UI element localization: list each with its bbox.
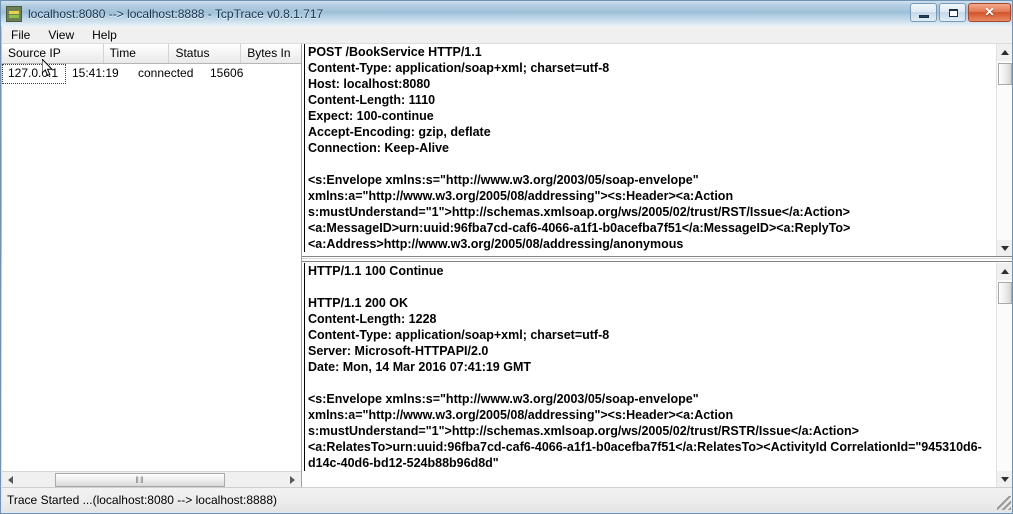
trace-panes: POST /BookService HTTP/1.1 Content-Type:… <box>302 44 1012 488</box>
column-header-status[interactable]: Status <box>169 44 242 63</box>
pane-splitter[interactable] <box>302 258 1012 262</box>
response-pane[interactable]: HTTP/1.1 100 Continue HTTP/1.1 200 OK Co… <box>302 263 1012 488</box>
maximize-icon <box>949 9 958 17</box>
minimize-button[interactable] <box>910 3 937 22</box>
column-header-bytes-in[interactable]: Bytes In <box>241 44 301 63</box>
response-scroll-thumb[interactable] <box>998 282 1012 304</box>
horizontal-scroll-thumb[interactable]: ‖‖ <box>55 473 225 487</box>
request-text[interactable]: POST /BookService HTTP/1.1 Content-Type:… <box>304 44 988 252</box>
cell-source-ip[interactable]: 127.0.0.1 <box>2 64 66 84</box>
request-scroll-thumb[interactable] <box>998 63 1012 85</box>
maximize-button[interactable] <box>939 3 966 22</box>
scroll-grip-icon: ‖‖ <box>135 474 145 485</box>
request-scroll-down-button[interactable] <box>997 240 1012 256</box>
client-area: Source IP Time Status Bytes In 127.0.0.1… <box>2 44 1012 488</box>
resize-grip-icon[interactable] <box>997 496 1011 510</box>
request-scroll-up-button[interactable] <box>997 44 1012 61</box>
menu-item-file[interactable]: File <box>2 27 39 43</box>
menu-item-view[interactable]: View <box>39 27 83 43</box>
table-row[interactable]: 127.0.0.1 15:41:19 connected 15606 <box>2 64 301 84</box>
status-bar: Trace Started ...(localhost:8080 --> loc… <box>2 487 1012 512</box>
list-horizontal-scrollbar[interactable]: ‖‖ <box>2 471 301 488</box>
request-vertical-scrollbar[interactable] <box>996 44 1012 256</box>
tcptrace-window: localhost:8080 --> localhost:8888 - TcpT… <box>0 0 1013 514</box>
column-header-time[interactable]: Time <box>104 44 170 63</box>
window-title: localhost:8080 --> localhost:8888 - TcpT… <box>28 6 324 21</box>
connection-list[interactable]: Source IP Time Status Bytes In 127.0.0.1… <box>2 44 302 488</box>
response-scroll-track[interactable] <box>997 280 1012 471</box>
column-header-source-ip[interactable]: Source IP <box>2 44 104 63</box>
response-scroll-up-button[interactable] <box>997 263 1012 280</box>
request-pane[interactable]: POST /BookService HTTP/1.1 Content-Type:… <box>302 44 1012 257</box>
title-bar[interactable]: localhost:8080 --> localhost:8888 - TcpT… <box>1 1 1012 26</box>
scroll-left-button[interactable] <box>2 472 19 488</box>
menu-item-help[interactable]: Help <box>83 27 126 43</box>
connection-list-header: Source IP Time Status Bytes In <box>2 44 301 64</box>
response-text[interactable]: HTTP/1.1 100 Continue HTTP/1.1 200 OK Co… <box>304 263 988 471</box>
tcptrace-app-icon <box>6 5 22 22</box>
cell-time: 15:41:19 <box>72 66 119 80</box>
cell-status: connected <box>138 66 194 80</box>
window-controls: ✕ <box>910 3 1011 22</box>
minimize-icon <box>919 15 929 18</box>
status-message: Trace Started ...(localhost:8080 --> loc… <box>7 493 278 507</box>
request-scroll-track[interactable] <box>997 61 1012 240</box>
response-vertical-scrollbar[interactable] <box>996 263 1012 488</box>
horizontal-scroll-track[interactable]: ‖‖ <box>19 472 284 488</box>
close-button[interactable]: ✕ <box>968 3 1011 22</box>
close-icon: ✕ <box>984 5 995 19</box>
menu-bar: File View Help <box>2 26 1012 44</box>
cell-bytes-in: 15606 <box>210 66 244 80</box>
scroll-right-button[interactable] <box>284 472 301 488</box>
response-scroll-down-button[interactable] <box>997 471 1012 488</box>
